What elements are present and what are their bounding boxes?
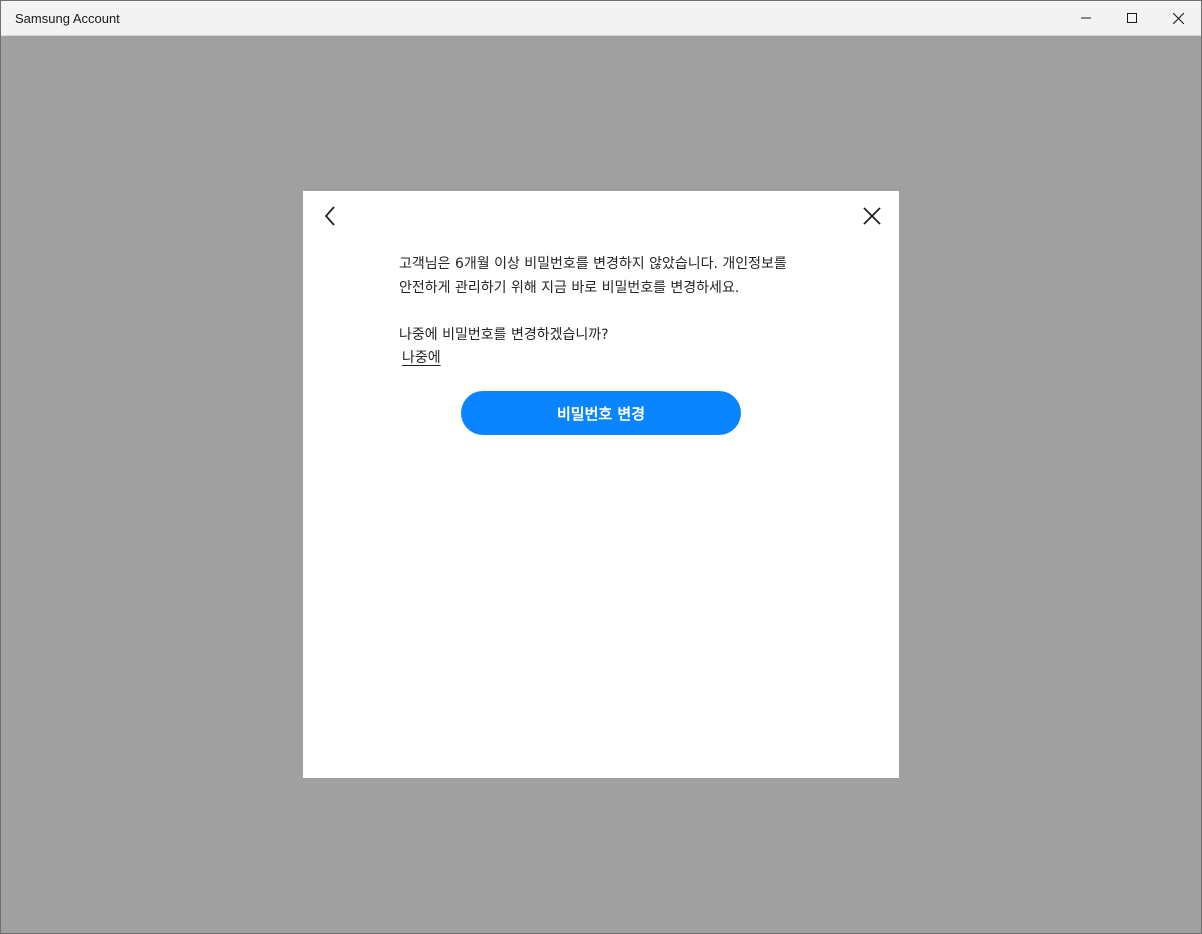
title-bar: Samsung Account (1, 1, 1201, 36)
app-window: Samsung Account 다른 기기 , 음악 감 (0, 0, 1202, 934)
minimize-button[interactable] (1063, 1, 1109, 35)
change-password-button[interactable]: 비밀번호 변경 (461, 391, 741, 435)
maximize-icon (1127, 13, 1137, 23)
window-close-button[interactable] (1155, 1, 1201, 35)
back-arrow-icon (324, 206, 335, 226)
message-line-1: 고객님은 6개월 이상 비밀번호를 변경하지 않았습니다. 개인정보를 (399, 256, 787, 272)
later-question: 나중에 비밀번호를 변경하겠습니까? (399, 327, 609, 343)
message-line-2: 안전하게 관리하기 위해 지금 바로 비밀번호를 변경하세요. (399, 280, 740, 296)
minimize-icon (1081, 17, 1091, 19)
dimmed-content: 다른 기기 , 음악 감 고객님은 6개월 이상 비밀번호를 변경하지 않았습니… (1, 36, 1201, 933)
close-icon (1172, 12, 1184, 24)
back-button[interactable] (316, 202, 344, 230)
maximize-button[interactable] (1109, 1, 1155, 35)
later-link[interactable]: 나중에 (402, 347, 441, 369)
password-change-dialog: 고객님은 6개월 이상 비밀번호를 변경하지 않았습니다. 개인정보를 안전하게… (303, 191, 899, 778)
dialog-close-button[interactable] (858, 202, 886, 230)
window-title: Samsung Account (15, 11, 120, 26)
password-notice-message: 고객님은 6개월 이상 비밀번호를 변경하지 않았습니다. 개인정보를 안전하게… (399, 252, 819, 300)
close-icon (863, 207, 881, 225)
